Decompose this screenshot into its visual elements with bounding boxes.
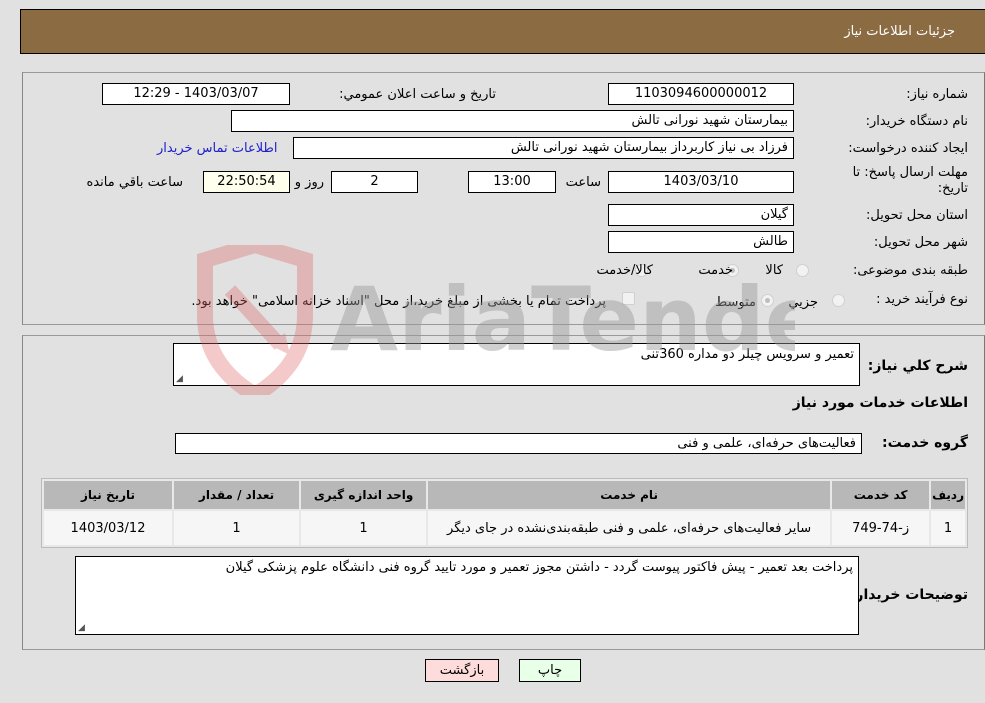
table-row: 1 ز-74-749 سایر فعالیت‌های حرفه‌ای، علمی… xyxy=(44,511,965,545)
process-option-medium: متوسط xyxy=(715,295,756,310)
remaining-days-field: 2 xyxy=(331,171,418,193)
announce-datetime-field: 1403/03/07 - 12:29 xyxy=(102,83,290,105)
back-button[interactable]: بازگشت xyxy=(425,659,499,682)
process-option-minor: جزيي xyxy=(788,295,818,310)
cell-service-code: ز-74-749 xyxy=(832,511,930,545)
col-header-service-code: کد خدمت xyxy=(832,481,930,509)
page-title: جزئیات اطلاعات نیاز xyxy=(844,24,955,39)
treasury-note: پرداخت تمام یا بخشی از مبلغ خرید،از محل … xyxy=(191,294,606,309)
creator-label: ایجاد کننده درخواست: xyxy=(848,141,968,156)
service-group-label: گروه خدمت: xyxy=(882,435,968,451)
city-label: شهر محل تحویل: xyxy=(873,235,968,250)
province-field: گیلان xyxy=(608,204,794,226)
category-label: طبقه بندی موضوعی: xyxy=(852,263,968,278)
announce-label: تاریخ و ساعت اعلان عمومي: xyxy=(339,87,496,102)
buyer-notes-text: پرداخت بعد تعمیر - پیش فاکتور پیوست گردد… xyxy=(225,560,853,575)
page-header: جزئیات اطلاعات نیاز xyxy=(20,9,985,54)
city-field: طالش xyxy=(608,231,794,253)
col-header-service-name: نام خدمت xyxy=(428,481,831,509)
process-label: نوع فرآیند خرید : xyxy=(876,292,968,307)
service-group-field: فعالیت‌های حرفه‌ای، علمی و فنی xyxy=(175,433,862,454)
resize-grip-icon[interactable]: ◢ xyxy=(176,374,183,384)
treasury-checkbox[interactable] xyxy=(622,292,635,305)
deadline-label: مهلت ارسال پاسخ: تا تاریخ: xyxy=(853,165,968,197)
buyer-org-field: بیمارستان شهید نورانی تالش xyxy=(231,110,794,132)
deadline-date-field: 1403/03/10 xyxy=(608,171,794,193)
col-header-quantity: تعداد / مقدار xyxy=(174,481,300,509)
category-option-goods-service: کالا/خدمت xyxy=(596,263,653,278)
days-label: روز و xyxy=(294,175,324,190)
resize-grip-icon[interactable]: ◢ xyxy=(78,623,85,633)
process-radio-medium[interactable] xyxy=(761,294,774,307)
buyer-notes-textarea[interactable]: پرداخت بعد تعمیر - پیش فاکتور پیوست گردد… xyxy=(75,556,859,635)
buyer-org-label: نام دستگاه خریدار: xyxy=(865,114,968,129)
col-header-row-number: ردیف xyxy=(931,481,965,509)
deadline-time-label: ساعت xyxy=(565,175,601,190)
services-section-title: اطلاعات خدمات مورد نیاز xyxy=(792,395,968,411)
remaining-label: ساعت باقي مانده xyxy=(86,175,183,190)
cell-unit: 1 xyxy=(301,511,427,545)
print-button[interactable]: چاپ xyxy=(519,659,581,682)
services-table: ردیف کد خدمت نام خدمت واحد اندازه گیری ت… xyxy=(41,478,968,548)
category-option-service: خدمت xyxy=(698,263,733,278)
need-number-field: 1103094600000012 xyxy=(608,83,794,105)
remaining-time-field: 22:50:54 xyxy=(203,171,290,193)
col-header-need-date: تاریخ نیاز xyxy=(44,481,173,509)
deadline-label-line2: تاریخ: xyxy=(937,181,968,196)
need-number-label: شماره نیاز: xyxy=(906,87,968,102)
cell-quantity: 1 xyxy=(174,511,300,545)
description-textarea[interactable]: تعمیر و سرویس چیلر دو مداره 360تنی ◢ xyxy=(173,343,860,386)
description-label: شرح کلي نیاز: xyxy=(867,358,968,374)
creator-field: فرزاد بی نیاز کاربرداز بیمارستان شهید نو… xyxy=(293,137,794,159)
cell-row-number: 1 xyxy=(931,511,965,545)
need-services-panel: شرح کلي نیاز: تعمیر و سرویس چیلر دو مدار… xyxy=(22,335,985,650)
col-header-unit: واحد اندازه گیری xyxy=(301,481,427,509)
buyer-contact-link[interactable]: اطلاعات تماس خریدار xyxy=(157,141,277,156)
cell-service-name: سایر فعالیت‌های حرفه‌ای، علمی و فنی طبقه… xyxy=(428,511,831,545)
cell-need-date: 1403/03/12 xyxy=(44,511,173,545)
need-details-panel: شماره نیاز: 1103094600000012 تاریخ و ساع… xyxy=(22,72,985,325)
province-label: استان محل تحویل: xyxy=(866,208,968,223)
table-header-row: ردیف کد خدمت نام خدمت واحد اندازه گیری ت… xyxy=(44,481,965,509)
buyer-notes-label: توضیحات خریدار: xyxy=(849,587,968,603)
description-text: تعمیر و سرویس چیلر دو مداره 360تنی xyxy=(640,347,854,362)
category-option-goods: کالا xyxy=(765,263,783,278)
category-radio-goods[interactable] xyxy=(796,264,809,277)
process-radio-minor[interactable] xyxy=(832,294,845,307)
deadline-time-field: 13:00 xyxy=(468,171,556,193)
deadline-label-line1: مهلت ارسال پاسخ: تا xyxy=(852,165,968,180)
